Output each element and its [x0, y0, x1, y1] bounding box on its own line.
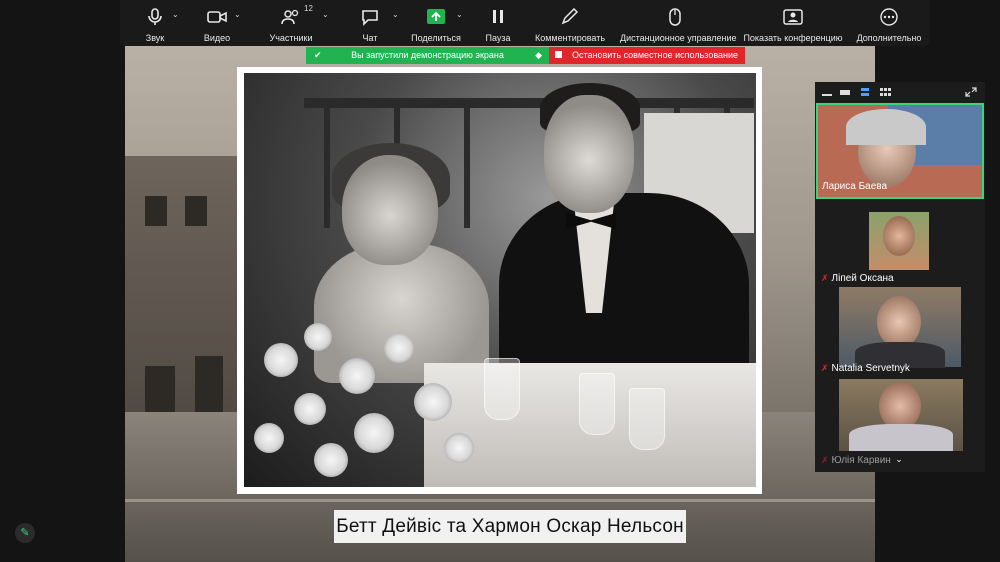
participant-tile[interactable]: Лариса Баева: [816, 103, 984, 199]
grid-view-icon[interactable]: [879, 87, 891, 97]
participant-name: Лариса Баева: [822, 181, 888, 192]
muted-mic-icon: ✗: [821, 455, 829, 465]
show-meeting-label: Показать конференцию: [743, 33, 843, 43]
share-label: Поделиться: [411, 33, 461, 43]
more-label: Дополнительно: [856, 33, 922, 43]
participant-name: Natalia Servetnyk: [831, 363, 910, 374]
participants-icon: [281, 9, 299, 25]
muted-mic-icon: ✗: [821, 363, 829, 373]
strip-view-icon[interactable]: [859, 87, 871, 97]
annotate-pen-icon: [561, 8, 579, 25]
pause-icon: [493, 10, 503, 23]
sharing-status-banner: ✔ Вы запустили демонстрацию экрана ◆: [306, 47, 549, 64]
street-building-left: [125, 156, 240, 456]
speaker-view-icon[interactable]: [839, 87, 851, 97]
chat-icon: [362, 10, 378, 26]
participants-button[interactable]: 12 ⌄ Участники: [260, 0, 329, 46]
chat-button[interactable]: ⌄ Чат: [348, 0, 399, 46]
share-button[interactable]: ⌄ Поделиться: [410, 0, 463, 46]
participant-name-row: ✗ Natalia Servetnyk: [821, 363, 910, 374]
chat-label: Чат: [362, 33, 378, 43]
participants-label: Участники: [269, 33, 313, 43]
chevron-down-icon[interactable]: ⌄: [890, 454, 908, 464]
slide-caption: Бетт Дейвіс та Хармон Оскар Нельсон: [334, 510, 686, 543]
participant-name: Лiпей Оксана: [831, 273, 894, 284]
participant-name: Юлія Карвин: [831, 455, 891, 466]
stop-icon: [555, 51, 562, 58]
camera-icon: [207, 11, 227, 23]
annotate-pen-icon[interactable]: ✎: [15, 523, 35, 543]
chevron-down-icon[interactable]: ⌄: [322, 10, 329, 19]
annotate-button[interactable]: Комментировать: [532, 0, 608, 46]
meeting-window: Бетт Дейвіс та Хармон Оскар Нельсон ⌄ Зв…: [0, 0, 1000, 562]
gallery-header: [815, 82, 985, 102]
microphone-icon: [148, 8, 162, 25]
annotate-label: Комментировать: [534, 33, 606, 43]
meeting-toolbar: ⌄ Звук ⌄ Видео 12 ⌄ Участники ⌄ Чат ⌄ По…: [120, 0, 930, 46]
stop-share-button[interactable]: Остановить совместное использование: [549, 47, 745, 64]
video-gallery-panel: Лариса Баева ✗ Лiпей Оксана ✗ Natalia Serv…: [815, 82, 985, 472]
mouse-icon: [669, 8, 681, 26]
participant-tile[interactable]: ✗ Natalia Servetnyk: [817, 286, 983, 378]
stop-share-label: Остановить совместное использование: [571, 50, 739, 60]
pause-label: Пауза: [485, 33, 511, 43]
audio-button[interactable]: ⌄ Звук: [130, 0, 180, 46]
expand-icon[interactable]: [965, 87, 977, 97]
chevron-down-icon[interactable]: ⌄: [392, 10, 399, 19]
chevron-down-icon[interactable]: ⌄: [456, 10, 463, 19]
remote-control-button[interactable]: Дистанционное управление: [620, 0, 737, 46]
participant-tile[interactable]: ✗ Лiпей Оксана: [817, 198, 983, 286]
audio-label: Звук: [145, 33, 165, 43]
participant-name-row: ✗ Юлія Карвин: [821, 455, 891, 466]
more-button[interactable]: Дополнительно: [854, 0, 924, 46]
remote-control-label: Дистанционное управление: [620, 33, 737, 43]
participant-name-row: ✗ Лiпей Оксана: [821, 273, 894, 284]
vintage-photo: [244, 73, 756, 487]
share-screen-icon: [427, 9, 445, 24]
video-button[interactable]: ⌄ Видео: [192, 0, 242, 46]
minimize-icon[interactable]: [821, 87, 833, 97]
participants-count: 12: [304, 4, 313, 13]
chevron-down-icon[interactable]: ⌄: [234, 10, 241, 19]
more-icon: [880, 8, 898, 26]
shield-icon: ◆: [535, 50, 542, 60]
pause-share-button[interactable]: Пауза: [478, 0, 518, 46]
muted-mic-icon: ✗: [821, 273, 829, 283]
chevron-down-icon[interactable]: ⌄: [172, 10, 179, 19]
show-meeting-icon: [783, 9, 803, 25]
show-meeting-button[interactable]: Показать конференцию: [742, 0, 844, 46]
video-label: Видео: [203, 33, 231, 43]
sharing-status-text: Вы запустили демонстрацию экрана: [351, 50, 504, 60]
